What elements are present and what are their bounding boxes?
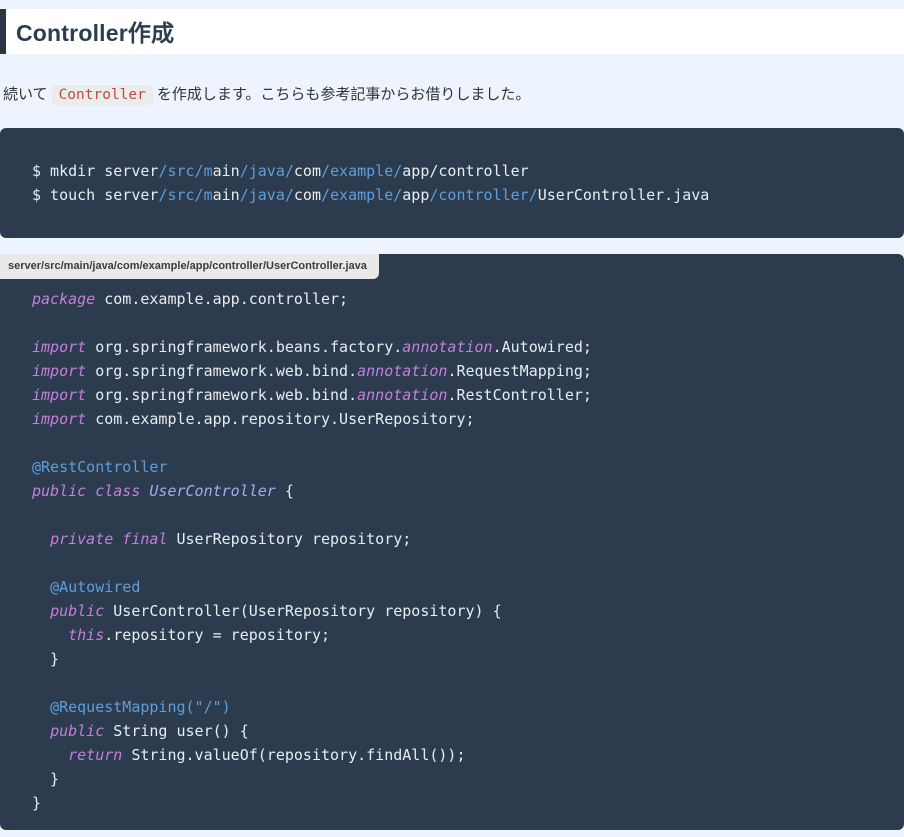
code-line: $ mkdir server/src/main/java/com/example… [32, 159, 872, 183]
code-segment: annotation [402, 338, 493, 356]
code-segment: /java/ [239, 162, 294, 180]
code-line: @RequestMapping("/") [32, 695, 872, 719]
code-segment: { [275, 482, 294, 500]
java-code-section: server/src/main/java/com/example/app/con… [0, 254, 904, 830]
code-segment: /java/ [239, 186, 294, 204]
code-segment: UserController(UserRepository repository… [104, 602, 502, 620]
code-filename-tab: server/src/main/java/com/example/app/con… [0, 254, 379, 279]
code-segment: } [32, 794, 42, 812]
code-line: public UserController(UserRepository rep… [32, 599, 872, 623]
java-code-block: package com.example.app.controller; impo… [0, 254, 904, 830]
code-segment: UserController.java [537, 186, 710, 204]
code-segment: /src/m [158, 162, 213, 180]
paragraph-text-after: を作成します。こちらも参考記事からお借りしました。 [156, 86, 531, 103]
intro-paragraph: 続いて Controller を作成します。こちらも参考記事からお借りしました。 [3, 84, 904, 106]
code-segment: import [32, 410, 87, 428]
code-segment: $ mkdir server [32, 162, 159, 180]
code-segment: $ touch server [32, 186, 159, 204]
code-line: import org.springframework.web.bind.anno… [32, 359, 872, 383]
code-segment: org.springframework.beans.factory. [86, 338, 403, 356]
code-segment: com.example.app.repository.UserRepositor… [86, 410, 475, 428]
code-segment: @Autowired [50, 578, 141, 596]
code-segment: public [50, 722, 105, 740]
section-heading: Controller作成 [0, 9, 904, 54]
code-line: public String user() { [32, 719, 872, 743]
code-segment: .RequestMapping; [447, 362, 592, 380]
code-line: import org.springframework.web.bind.anno… [32, 383, 872, 407]
code-segment: } [32, 770, 60, 788]
code-line: import org.springframework.beans.factory… [32, 335, 872, 359]
inline-code: Controller [51, 85, 153, 105]
code-segment: /src/m [158, 186, 213, 204]
code-segment: /example/ [321, 162, 403, 180]
code-segment: UserRepository repository; [167, 530, 412, 548]
code-segment: import [32, 386, 87, 404]
code-segment: /example/ [321, 186, 403, 204]
code-segment: return [68, 746, 123, 764]
code-segment: package [32, 290, 96, 308]
code-segment: ain [212, 162, 240, 180]
code-segment: } [32, 650, 60, 668]
code-segment: public [50, 602, 105, 620]
code-segment: .repository = repository; [104, 626, 331, 644]
code-segment: private final [50, 530, 168, 548]
code-line: return String.valueOf(repository.findAll… [32, 743, 872, 767]
shell-command-block: $ mkdir server/src/main/java/com/example… [0, 128, 904, 238]
code-line: package com.example.app.controller; [32, 287, 872, 311]
code-segment: String user() { [104, 722, 249, 740]
code-segment: .Autowired; [492, 338, 592, 356]
code-segment: annotation [357, 362, 448, 380]
paragraph-text-before: 続いて [3, 86, 48, 103]
code-segment: @RequestMapping("/") [50, 698, 231, 716]
code-segment: annotation [357, 386, 448, 404]
code-segment: org.springframework.web.bind. [86, 362, 358, 380]
code-line: this.repository = repository; [32, 623, 872, 647]
code-segment: com [293, 162, 321, 180]
code-segment: com.example.app.controller; [95, 290, 349, 308]
code-line: } [32, 647, 872, 671]
code-segment: com [293, 186, 321, 204]
code-segment: app/controller [402, 162, 529, 180]
code-line: } [32, 767, 872, 791]
code-segment: this [68, 626, 105, 644]
code-line: @Autowired [32, 575, 872, 599]
code-segment: String.valueOf(repository.findAll()); [122, 746, 466, 764]
code-segment: .RestController; [447, 386, 592, 404]
code-line: private final UserRepository repository; [32, 527, 872, 551]
code-line: public class UserController { [32, 479, 872, 503]
code-line: } [32, 791, 872, 815]
code-segment: ain [212, 186, 240, 204]
code-segment: UserController [149, 482, 276, 500]
code-segment: /controller/ [429, 186, 538, 204]
code-line: $ touch server/src/main/java/com/example… [32, 183, 872, 207]
code-segment: app [402, 186, 430, 204]
code-line: @RestController [32, 455, 872, 479]
code-segment: import [32, 362, 87, 380]
code-segment: org.springframework.web.bind. [86, 386, 358, 404]
code-line: import com.example.app.repository.UserRe… [32, 407, 872, 431]
section-heading-text: Controller作成 [16, 20, 175, 46]
code-segment: import [32, 338, 87, 356]
code-segment: public class [32, 482, 141, 500]
code-segment: @RestController [32, 458, 168, 476]
